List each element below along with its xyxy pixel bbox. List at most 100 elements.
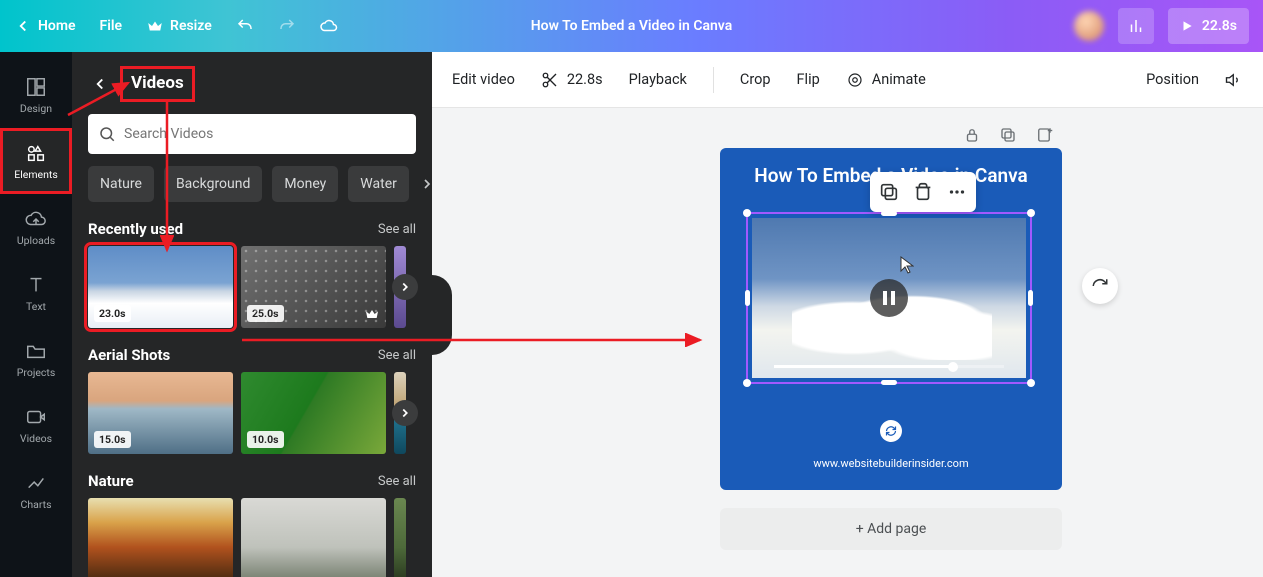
video-thumb-aerial-1[interactable]: 10.0s bbox=[241, 372, 386, 454]
shapes-icon bbox=[25, 142, 47, 164]
file-menu[interactable]: File bbox=[100, 18, 123, 34]
sync-fab[interactable] bbox=[1082, 268, 1118, 304]
side-rail: Design Elements Uploads Text Projects Vi… bbox=[0, 52, 72, 577]
chevron-left-icon bbox=[14, 17, 32, 35]
lock-button[interactable] bbox=[963, 126, 981, 144]
cloud-icon bbox=[320, 17, 338, 35]
pause-button[interactable] bbox=[870, 279, 908, 317]
present-button[interactable]: 22.8s bbox=[1168, 8, 1249, 44]
resize-handle[interactable] bbox=[1028, 290, 1033, 306]
copy-icon bbox=[878, 181, 900, 203]
copy-icon bbox=[999, 126, 1017, 144]
rail-videos[interactable]: Videos bbox=[0, 392, 72, 458]
rail-uploads[interactable]: Uploads bbox=[0, 194, 72, 260]
add-page-icon-button[interactable] bbox=[1035, 126, 1053, 144]
resize-handle[interactable] bbox=[745, 290, 750, 306]
insights-button[interactable] bbox=[1118, 8, 1154, 44]
avatar[interactable] bbox=[1074, 11, 1104, 41]
delete-button[interactable] bbox=[912, 181, 934, 203]
resize-menu[interactable]: Resize bbox=[146, 17, 212, 35]
canvas-page[interactable]: How To Embed a Video in Canva bbox=[720, 148, 1062, 490]
dots-icon bbox=[946, 181, 968, 203]
chip-water[interactable]: Water bbox=[348, 166, 409, 202]
chevron-left-icon bbox=[91, 75, 109, 93]
search-icon bbox=[98, 125, 116, 143]
search-input[interactable] bbox=[124, 126, 406, 142]
video-thumb-peek[interactable] bbox=[394, 498, 406, 577]
thumb-duration: 10.0s bbox=[247, 431, 284, 448]
floating-toolbar bbox=[870, 172, 976, 212]
rail-charts[interactable]: Charts bbox=[0, 458, 72, 524]
aerial-row: 15.0s 10.0s bbox=[88, 372, 416, 454]
panel-collapse-handle[interactable] bbox=[432, 275, 452, 355]
video-thumb-aerial-0[interactable]: 15.0s bbox=[88, 372, 233, 454]
duplicate-button[interactable] bbox=[878, 181, 900, 203]
recent-scroll-next[interactable] bbox=[392, 274, 418, 300]
section-nature-seeall[interactable]: See all bbox=[378, 474, 416, 489]
resize-handle[interactable] bbox=[743, 379, 751, 387]
folder-icon bbox=[25, 340, 47, 362]
animate-button[interactable]: Animate bbox=[846, 71, 926, 89]
add-page-button[interactable]: + Add page bbox=[720, 508, 1062, 550]
section-aerial-title: Aerial Shots bbox=[88, 346, 170, 364]
progress-knob[interactable] bbox=[948, 362, 958, 372]
layout-icon bbox=[25, 76, 47, 98]
redo-button[interactable] bbox=[278, 17, 296, 35]
video-element[interactable] bbox=[752, 218, 1026, 378]
search-input-wrap[interactable] bbox=[88, 114, 416, 154]
position-button[interactable]: Position bbox=[1146, 71, 1199, 88]
aerial-scroll-next[interactable] bbox=[392, 400, 418, 426]
home-label: Home bbox=[38, 18, 76, 34]
undo-button[interactable] bbox=[236, 17, 254, 35]
video-progress[interactable] bbox=[774, 365, 1004, 368]
video-thumb-recent-1[interactable]: 25.0s bbox=[241, 246, 386, 328]
edit-video-button[interactable]: Edit video bbox=[452, 71, 515, 88]
rail-elements[interactable]: Elements bbox=[0, 128, 72, 194]
resize-handle[interactable] bbox=[881, 380, 897, 385]
section-aerial-seeall[interactable]: See all bbox=[378, 348, 416, 363]
resize-handle[interactable] bbox=[1027, 209, 1035, 217]
duplicate-page-button[interactable] bbox=[999, 126, 1017, 144]
redo-icon bbox=[278, 17, 296, 35]
chip-money[interactable]: Money bbox=[272, 166, 338, 202]
video-icon bbox=[25, 406, 47, 428]
video-thumb-nature-1[interactable] bbox=[241, 498, 386, 577]
resize-handle[interactable] bbox=[743, 209, 751, 217]
volume-button[interactable] bbox=[1225, 71, 1243, 89]
trash-icon bbox=[912, 181, 934, 203]
chip-background[interactable]: Background bbox=[164, 166, 262, 202]
loop-button[interactable] bbox=[880, 420, 902, 442]
chip-nature[interactable]: Nature bbox=[88, 166, 154, 202]
top-bar: Home File Resize How To Embed a Video in… bbox=[0, 0, 1263, 52]
panel-back-button[interactable] bbox=[88, 72, 112, 96]
home-button[interactable]: Home bbox=[14, 17, 76, 35]
selection-frame[interactable] bbox=[746, 212, 1032, 384]
section-recent-seeall[interactable]: See all bbox=[378, 222, 416, 237]
resize-handle[interactable] bbox=[1027, 379, 1035, 387]
thumb-duration: 15.0s bbox=[94, 431, 131, 448]
undo-icon bbox=[236, 17, 254, 35]
video-thumb-nature-0[interactable] bbox=[88, 498, 233, 577]
cloud-upload-icon bbox=[25, 208, 47, 230]
video-thumb-recent-0[interactable]: 23.0s bbox=[88, 246, 233, 328]
trim-button[interactable]: 22.8s bbox=[541, 71, 603, 89]
chevron-right-icon bbox=[419, 176, 432, 192]
canvas-footer-text[interactable]: www.websitebuilderinsider.com bbox=[720, 457, 1062, 470]
crop-button[interactable]: Crop bbox=[740, 71, 771, 88]
rail-projects[interactable]: Projects bbox=[0, 326, 72, 392]
rail-design[interactable]: Design bbox=[0, 62, 72, 128]
mouse-cursor-icon bbox=[900, 256, 914, 278]
playback-button[interactable]: Playback bbox=[629, 71, 687, 88]
present-duration: 22.8s bbox=[1202, 18, 1237, 34]
page-tools bbox=[963, 126, 1053, 144]
rail-text[interactable]: Text bbox=[0, 260, 72, 326]
thumb-duration: 25.0s bbox=[247, 305, 284, 322]
document-title[interactable]: How To Embed a Video in Canva bbox=[531, 0, 732, 52]
cloud-sync-button[interactable] bbox=[320, 17, 338, 35]
chips-scroll-next[interactable] bbox=[419, 173, 432, 195]
elements-panel: Videos Nature Background Money Water Rec… bbox=[72, 52, 432, 577]
chip-row: Nature Background Money Water bbox=[88, 166, 416, 202]
more-button[interactable] bbox=[946, 181, 968, 203]
resize-handle[interactable] bbox=[881, 211, 897, 216]
flip-button[interactable]: Flip bbox=[797, 71, 820, 88]
